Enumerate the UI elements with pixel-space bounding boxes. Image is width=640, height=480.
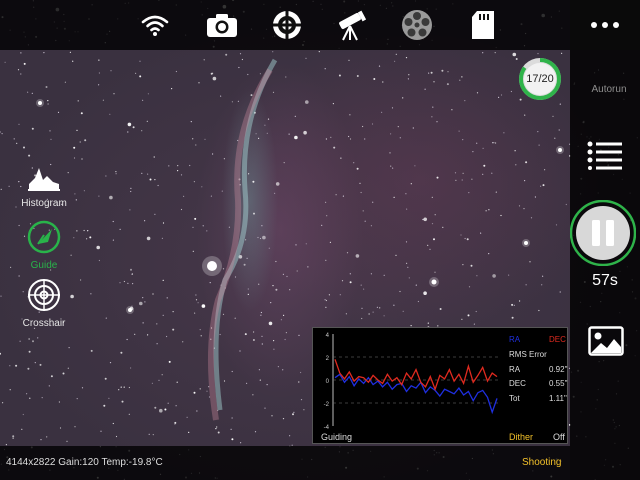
image-gallery-icon[interactable] <box>588 326 624 356</box>
camera-icon[interactable] <box>205 8 239 42</box>
rms-ra-value: 0.92" <box>549 365 568 374</box>
guide-button[interactable]: Guide <box>14 220 74 271</box>
sd-card-icon[interactable] <box>466 8 500 42</box>
histogram-label: Histogram <box>21 198 67 209</box>
shooting-status: Shooting <box>522 457 562 468</box>
y-tick-label: 2 <box>326 356 330 362</box>
y-tick-label: -4 <box>324 425 330 431</box>
dither-label[interactable]: Dither <box>509 432 533 442</box>
pause-button[interactable] <box>569 199 637 267</box>
wifi-icon[interactable] <box>138 8 172 42</box>
autorun-label[interactable]: Autorun <box>584 84 634 95</box>
focus-target-icon[interactable] <box>270 8 304 42</box>
y-tick-label: 4 <box>326 333 330 339</box>
rms-tot-value: 1.11" <box>549 394 567 403</box>
dec-legend: DEC <box>549 335 566 344</box>
ra-legend: RA <box>509 335 521 344</box>
rms-ra-label: RA <box>509 365 521 374</box>
rms-tot-label: Tot <box>509 394 520 403</box>
crosshair-icon <box>28 279 60 311</box>
histogram-button[interactable]: Histogram <box>14 164 74 209</box>
sequence-progress-label: 17/20 <box>526 73 554 85</box>
exposure-countdown: 57s <box>592 272 618 289</box>
rms-dec-value: 0.55" <box>549 379 568 388</box>
guide-icon <box>27 220 61 254</box>
y-tick-label: -2 <box>324 402 330 408</box>
guide-label: Guide <box>30 260 58 271</box>
top-toolbar <box>0 0 570 50</box>
filter-wheel-icon[interactable] <box>400 8 434 42</box>
more-dots-icon[interactable] <box>570 0 640 50</box>
status-bar: 4144x2822 Gain:120 Temp:-19.8°C Shooting <box>0 446 570 480</box>
rms-dec-label: DEC <box>509 379 526 388</box>
telescope-icon[interactable] <box>334 8 368 42</box>
rms-title: RMS Error <box>509 350 547 359</box>
sequence-list-icon[interactable] <box>586 140 624 170</box>
y-tick-label: 0 <box>326 379 330 385</box>
histogram-icon <box>28 168 60 191</box>
series-line-dec <box>334 359 498 392</box>
crosshair-label: Crosshair <box>22 318 66 329</box>
image-info: 4144x2822 Gain:120 Temp:-19.8°C <box>6 457 163 468</box>
guiding-chart: 4 2 0 -2 -4 <box>324 333 499 431</box>
guiding-title: Guiding <box>321 432 353 442</box>
dither-value[interactable]: Off <box>553 432 565 442</box>
guiding-graph-panel[interactable]: 4 2 0 -2 -4 RA DEC RMS Error RA 0.92" DEC 0.… <box>312 327 568 444</box>
crosshair-button[interactable]: Crosshair <box>14 278 74 329</box>
